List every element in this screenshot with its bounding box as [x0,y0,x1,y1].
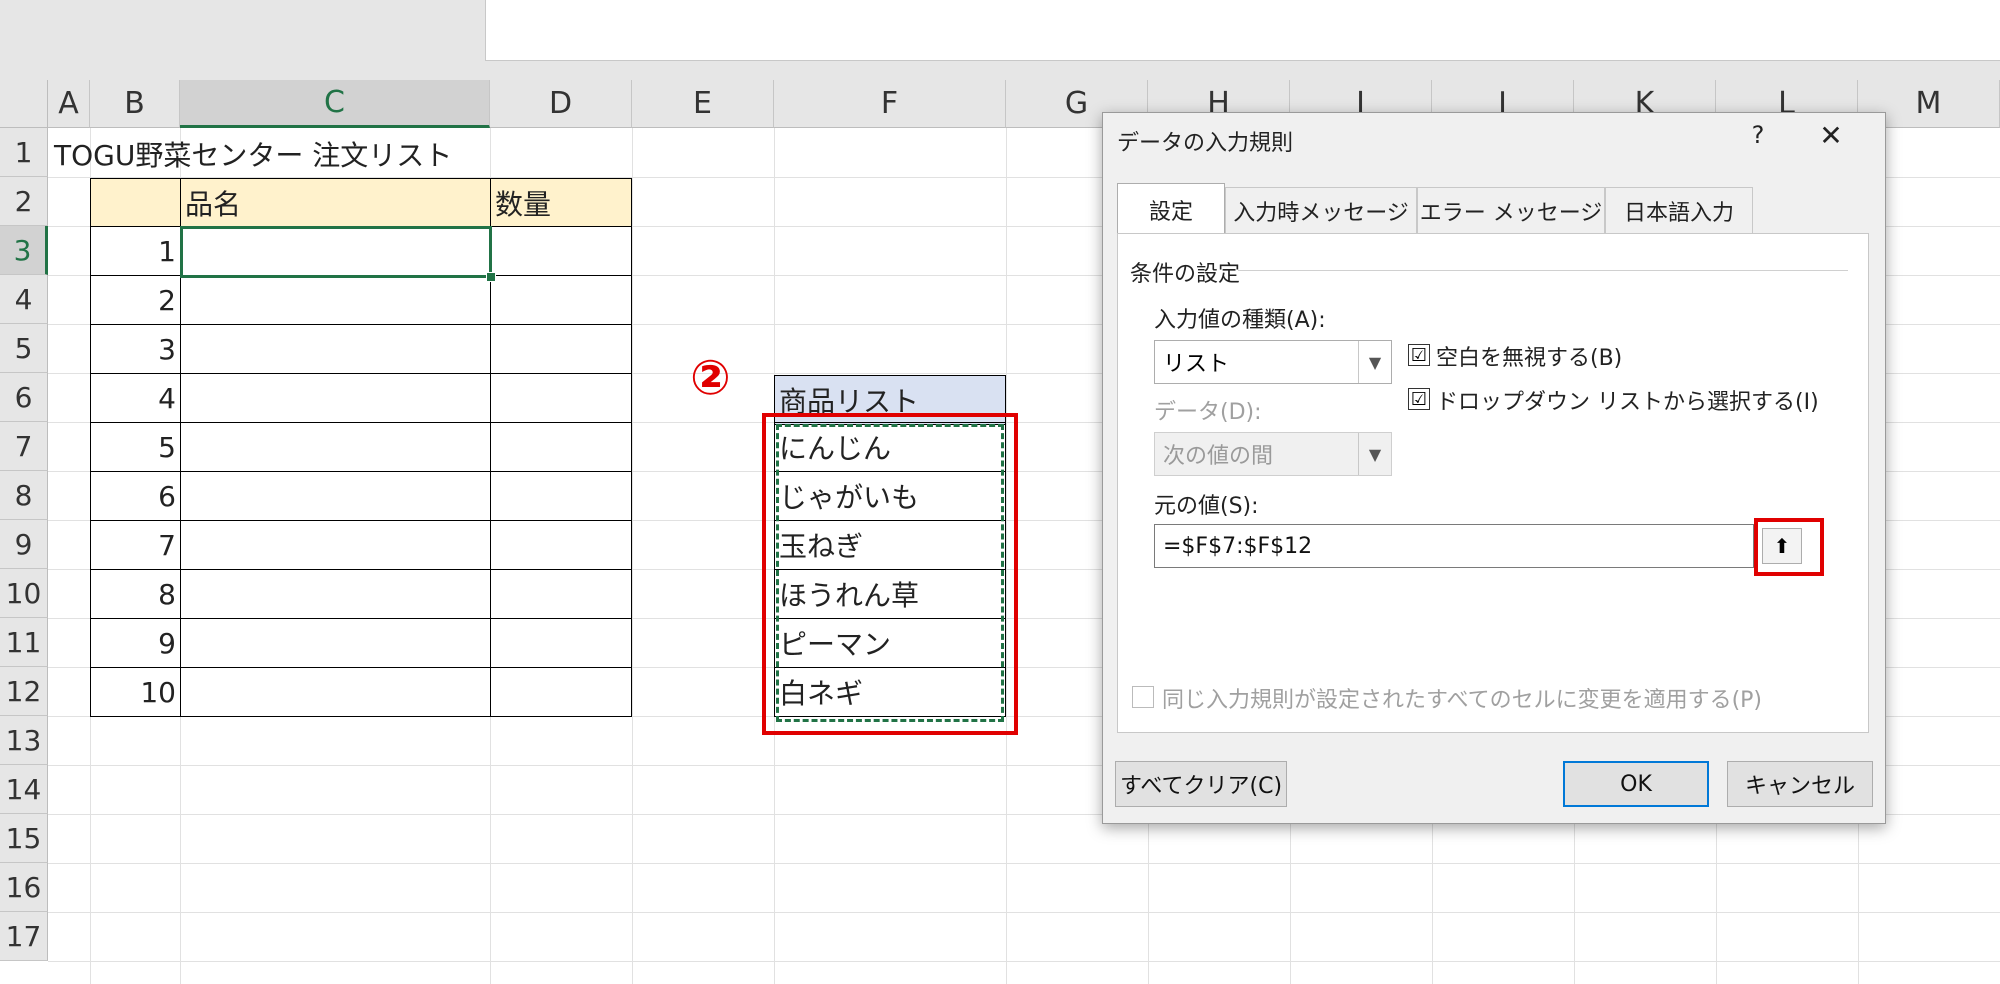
clear-all-button[interactable]: すべてクリア(C) [1115,761,1287,807]
row-header-16[interactable]: 16 [0,863,48,912]
grid-column-line [632,128,633,984]
order-qty-cell[interactable] [490,569,632,619]
order-name-cell[interactable] [180,275,491,325]
row-header-3[interactable]: 3 [0,226,48,275]
grid-row-line [48,912,2000,913]
apply-all-checkbox [1132,686,1154,708]
source-input-value: =$F$7:$F$12 [1163,533,1313,559]
row-header-14[interactable]: 14 [0,765,48,814]
order-no-cell[interactable]: 4 [90,373,181,423]
order-header-no-cell[interactable] [90,178,181,227]
validation-criteria-label: 条件の設定 [1130,262,1241,287]
in-cell-dropdown-checkbox[interactable]: ☑ [1408,388,1430,410]
ok-button[interactable]: OK [1563,761,1709,807]
order-qty-cell[interactable] [490,324,632,374]
row-header-13[interactable]: 13 [0,716,48,765]
data-operator-select: 次の値の間 ▼ [1154,432,1392,476]
row-header-17[interactable]: 17 [0,912,48,961]
order-qty-cell[interactable] [490,471,632,521]
order-qty-cell[interactable] [490,422,632,472]
order-name-cell[interactable] [180,618,491,668]
order-name-cell[interactable] [180,373,491,423]
help-icon[interactable]: ? [1743,121,1773,149]
row-header-11[interactable]: 11 [0,618,48,667]
settings-panel: 条件の設定 入力値の種類(A): リスト ▼ ☑ 空白を無視する(B) ☑ ドロ… [1117,233,1869,733]
ignore-blank-label[interactable]: 空白を無視する(B) [1436,340,1622,372]
tab-error-alert[interactable]: エラー メッセージ [1417,187,1605,233]
name-box-area [0,0,485,60]
order-no-cell[interactable]: 10 [90,667,181,717]
source-label: 元の値(S): [1154,494,1259,519]
row-header-7[interactable]: 7 [0,422,48,471]
data-label: データ(D): [1154,400,1262,425]
order-qty-cell[interactable] [490,226,632,276]
chevron-down-icon: ▼ [1358,433,1391,475]
row-header-10[interactable]: 10 [0,569,48,618]
ignore-blank-checkbox[interactable]: ☑ [1408,344,1430,366]
chevron-down-icon[interactable]: ▼ [1358,341,1391,383]
data-validation-dialog: データの入力規則 ? ✕ 設定 入力時メッセージ エラー メッセージ 日本語入力… [1102,112,1886,824]
order-no-cell[interactable]: 5 [90,422,181,472]
allow-select-value: リスト [1163,352,1230,377]
order-no-cell[interactable]: 1 [90,226,181,276]
order-header-name-cell[interactable]: 品名 [180,178,491,227]
order-name-cell[interactable] [180,520,491,570]
row-header-9[interactable]: 9 [0,520,48,569]
dialog-title: データの入力規則 [1117,131,1294,156]
allow-select[interactable]: リスト ▼ [1154,340,1392,384]
column-header-c[interactable]: C [180,80,490,128]
close-icon[interactable]: ✕ [1811,119,1851,152]
row-header-6[interactable]: 6 [0,373,48,422]
formula-input[interactable] [485,0,2000,61]
order-no-cell[interactable]: 8 [90,569,181,619]
order-qty-cell[interactable] [490,618,632,668]
cancel-button[interactable]: キャンセル [1727,761,1873,807]
apply-all-label: 同じ入力規則が設定されたすべてのセルに変更を適用する(P) [1162,688,1763,713]
sheet-title-cell[interactable]: TOGU野菜センター 注文リスト [50,130,550,178]
row-header-15[interactable]: 15 [0,814,48,863]
fill-handle[interactable] [486,272,496,282]
order-name-cell[interactable] [180,324,491,374]
column-header-f[interactable]: F [774,80,1006,128]
order-qty-cell[interactable] [490,373,632,423]
order-no-cell[interactable]: 3 [90,324,181,374]
order-no-cell[interactable]: 2 [90,275,181,325]
order-header-qty-cell[interactable]: 数量 [490,178,632,227]
tab-ime-mode[interactable]: 日本語入力 [1605,187,1753,233]
highlight-box-product-range [762,413,1018,735]
in-cell-dropdown-label[interactable]: ドロップダウン リストから選択する(I) [1436,384,1819,416]
row-header-12[interactable]: 12 [0,667,48,716]
tab-settings[interactable]: 設定 [1117,183,1225,235]
active-cell-c3[interactable] [180,226,492,278]
group-divider [1238,270,1848,271]
order-name-cell[interactable] [180,569,491,619]
column-header-d[interactable]: D [490,80,632,128]
tab-input-message[interactable]: 入力時メッセージ [1225,187,1417,233]
column-header-e[interactable]: E [632,80,774,128]
row-header-4[interactable]: 4 [0,275,48,324]
column-header-b[interactable]: B [90,80,180,128]
row-header-5[interactable]: 5 [0,324,48,373]
order-name-cell[interactable] [180,471,491,521]
allow-label: 入力値の種類(A): [1154,308,1326,333]
order-name-cell[interactable] [180,422,491,472]
order-qty-cell[interactable] [490,275,632,325]
order-name-cell[interactable] [180,667,491,717]
order-qty-cell[interactable] [490,520,632,570]
row-header-8[interactable]: 8 [0,471,48,520]
select-all-corner[interactable] [0,80,48,128]
grid-row-line [48,863,2000,864]
highlight-box-collapse-button [1754,518,1824,576]
annotation-number-2: ② [690,350,731,406]
order-no-cell[interactable]: 6 [90,471,181,521]
order-qty-cell[interactable] [490,667,632,717]
order-no-cell[interactable]: 9 [90,618,181,668]
data-operator-value: 次の値の間 [1163,444,1274,469]
order-no-cell[interactable]: 7 [90,520,181,570]
source-input[interactable]: =$F$7:$F$12 [1154,524,1754,568]
row-header-1[interactable]: 1 [0,128,48,177]
column-header-a[interactable]: A [48,80,90,128]
row-header-2[interactable]: 2 [0,177,48,226]
grid-row-line [48,961,2000,962]
